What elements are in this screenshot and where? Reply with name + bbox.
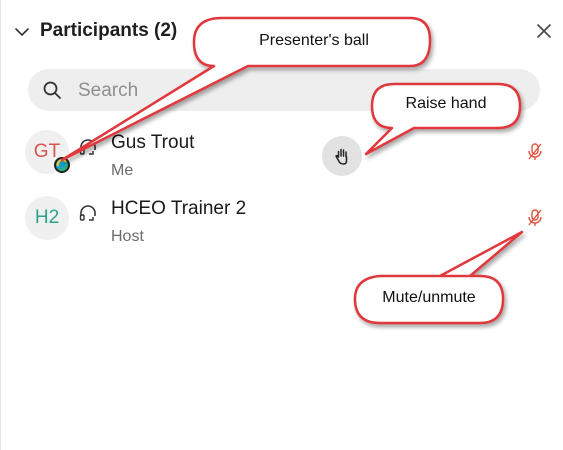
callout-overlay bbox=[60, 16, 524, 325]
callout-label-presenter-ball: Presenter's ball bbox=[259, 32, 369, 49]
callout-label-raise-hand: Raise hand bbox=[405, 95, 487, 112]
callout-label-mute-unmute: Mute/unmute bbox=[382, 289, 476, 306]
callout-mute-unmute bbox=[353, 230, 524, 325]
